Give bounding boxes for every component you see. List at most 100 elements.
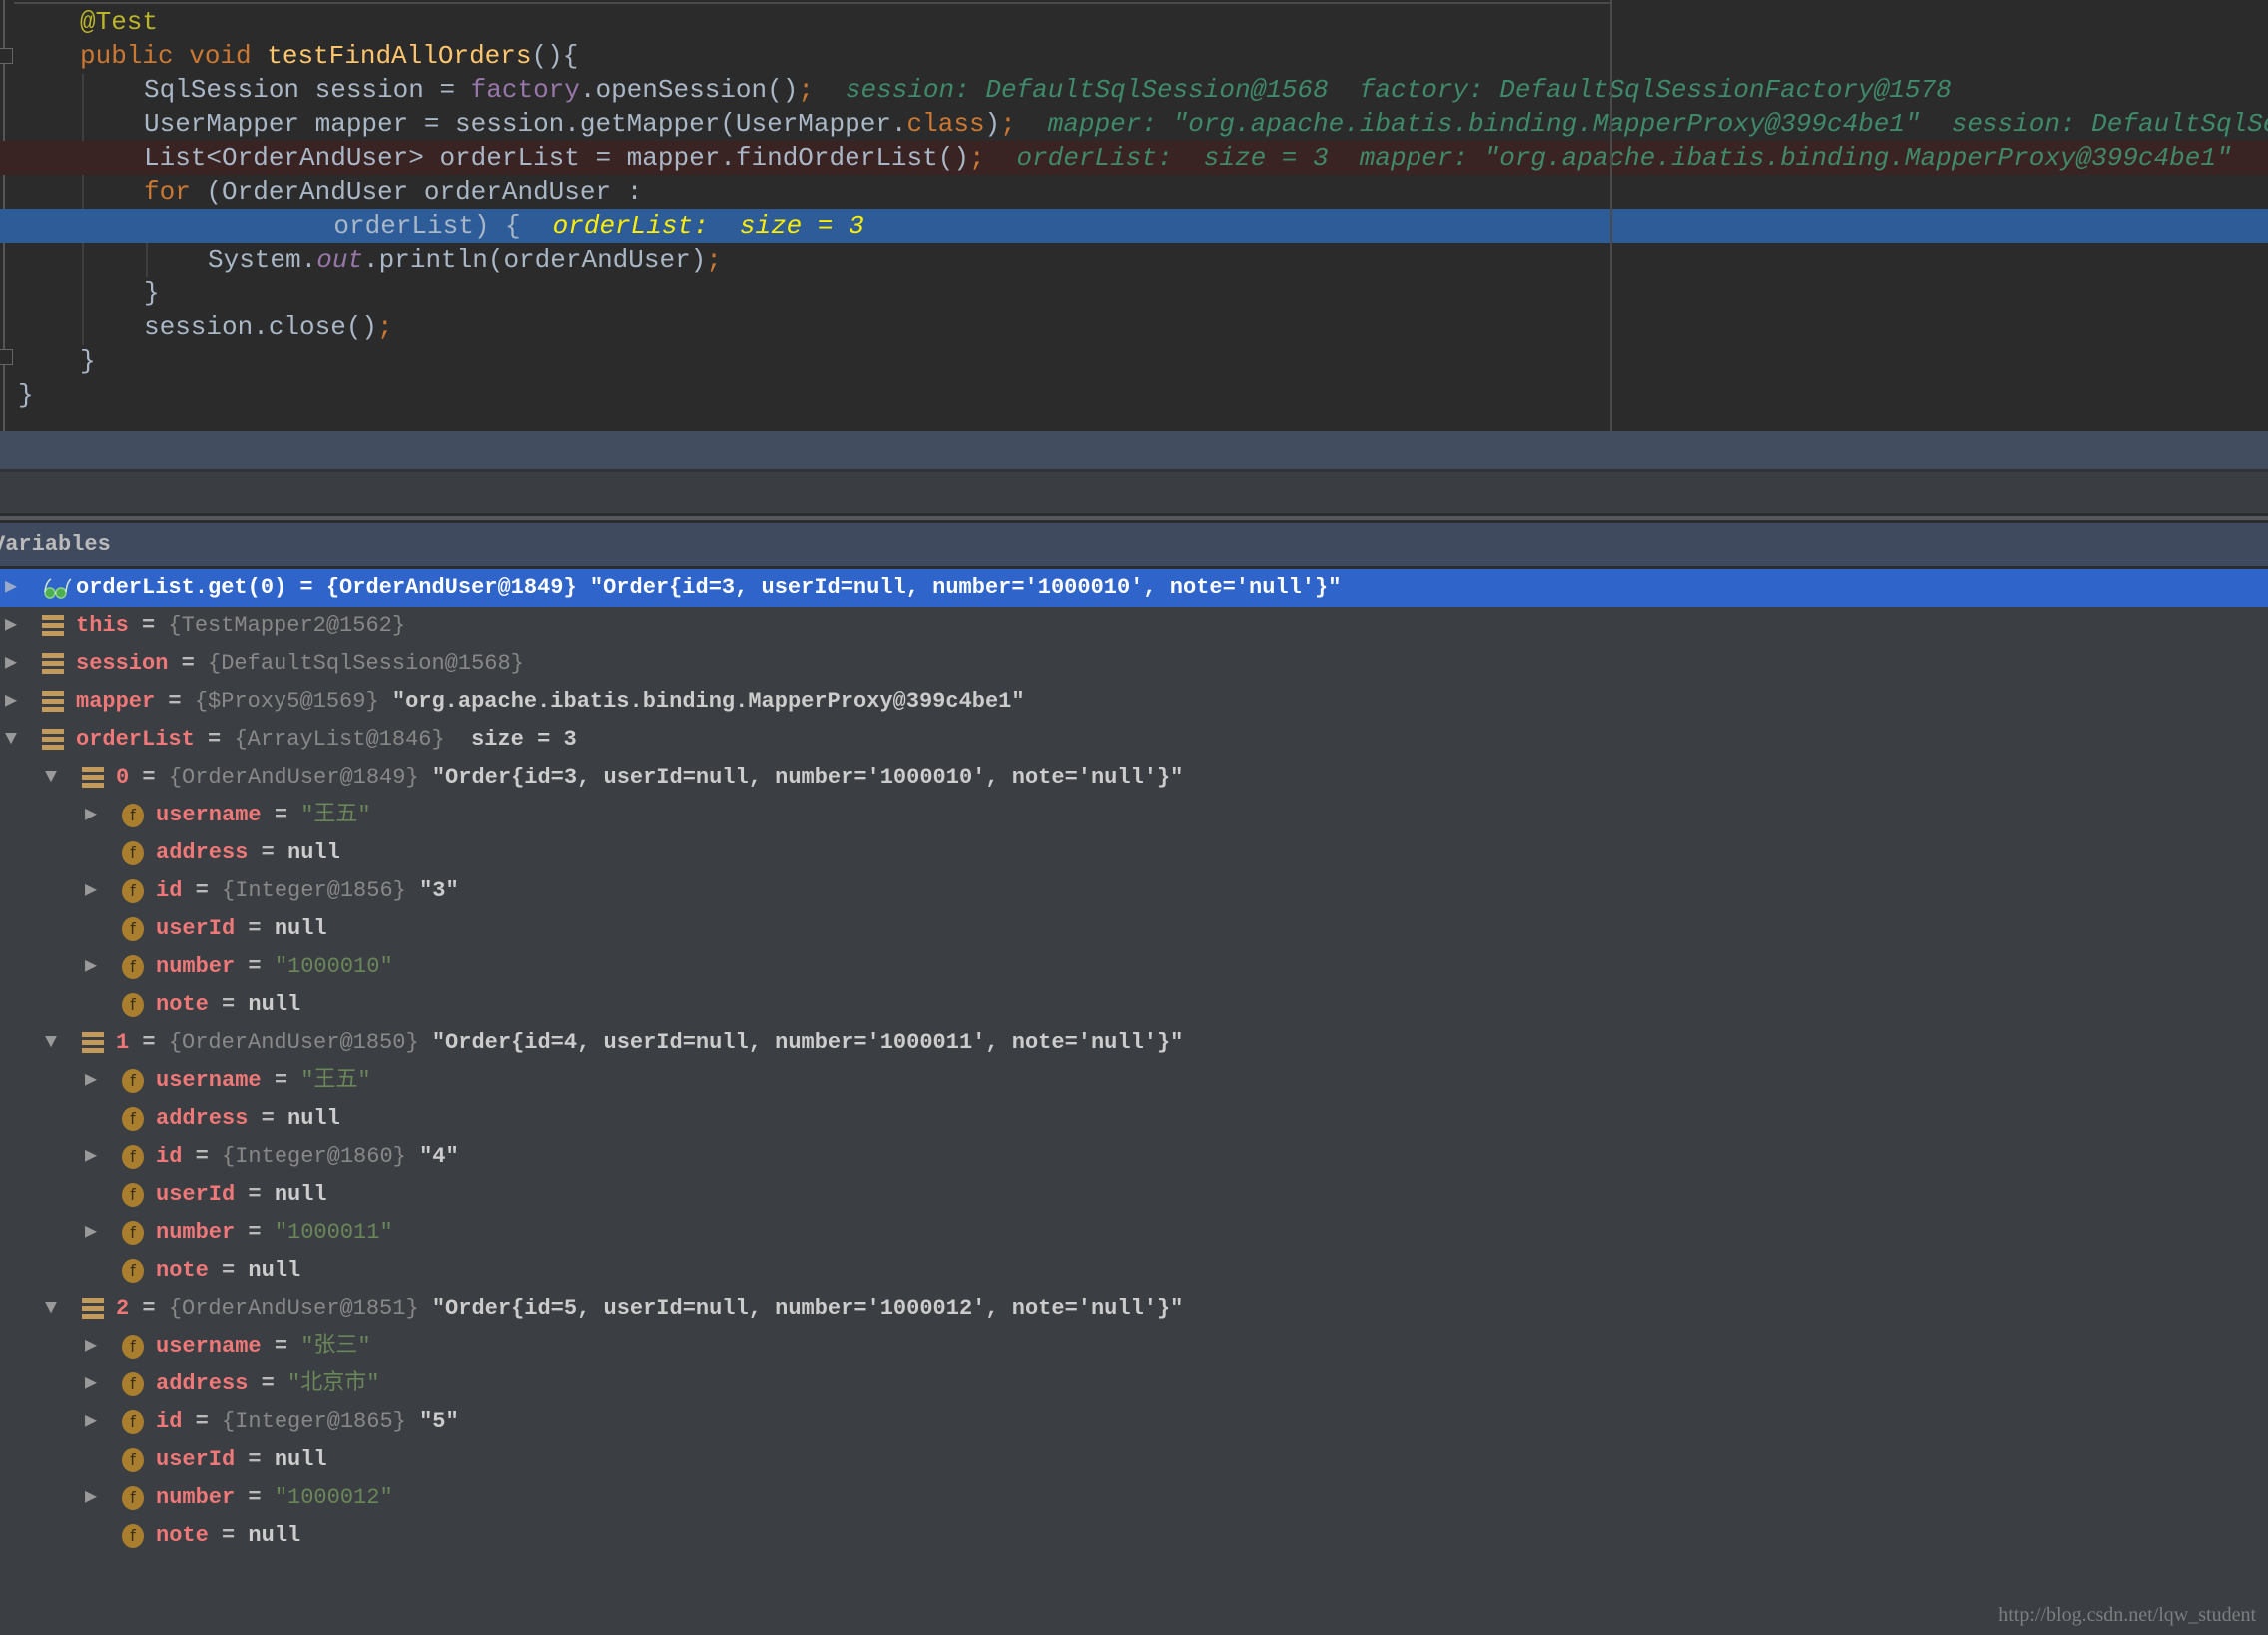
variable-name: orderList.get(0) [76, 575, 287, 600]
variable-type: {DefaultSqlSession@1568} [208, 651, 538, 676]
expand-right-arrow-icon[interactable]: ▶ [0, 569, 22, 607]
code-line[interactable]: } [0, 378, 2268, 412]
code-token: public void [80, 41, 268, 71]
field-row[interactable]: ▶ f username = "王五" [0, 1062, 2268, 1100]
code-line[interactable]: public void testFindAllOrders(){ [0, 39, 2268, 73]
expand-right-arrow-icon[interactable]: ▶ [80, 1403, 102, 1441]
variable-row[interactable]: ▼ 2 = {OrderAndUser@1851} "Order{id=5, us… [0, 1290, 2268, 1328]
field-row[interactable]: f note = null [0, 986, 2268, 1024]
variable-label: username = "张三" [156, 1328, 371, 1365]
code-line[interactable]: } [0, 276, 2268, 310]
code-line[interactable]: UserMapper mapper = session.getMapper(Us… [0, 107, 2268, 141]
variable-row[interactable]: ▼ 1 = {OrderAndUser@1850} "Order{id=4, us… [0, 1024, 2268, 1062]
variable-name: 2 [116, 1296, 130, 1321]
equals-sign: = [261, 803, 301, 827]
field-icon: f [122, 917, 144, 941]
expand-right-arrow-icon[interactable]: ▶ [80, 1214, 102, 1252]
expand-right-arrow-icon[interactable]: ▶ [80, 872, 102, 910]
expand-down-arrow-icon[interactable]: ▼ [0, 721, 22, 759]
code-line[interactable]: } [0, 344, 2268, 378]
variable-name: 1 [116, 1030, 130, 1055]
code-text: public void testFindAllOrders(){ [80, 39, 578, 73]
expand-right-arrow-icon[interactable]: ▶ [80, 1062, 102, 1100]
variable-row[interactable]: ▼ orderList = {ArrayList@1846} size = 3 [0, 721, 2268, 759]
variable-string-value: "王五" [300, 803, 371, 827]
variable-row[interactable]: ▶ this = {TestMapper2@1562} [0, 607, 2268, 645]
field-row[interactable]: f userId = null [0, 1176, 2268, 1214]
code-token: System. [208, 245, 317, 274]
field-row[interactable]: f note = null [0, 1252, 2268, 1290]
expand-right-arrow-icon[interactable]: ▶ [80, 948, 102, 986]
code-line[interactable]: SqlSession session = factory.openSession… [0, 73, 2268, 107]
code-text: } [144, 276, 160, 310]
code-editor[interactable]: @Test public void testFindAllOrders(){Sql… [0, 0, 2268, 431]
field-row[interactable]: ▶ f username = "张三" [0, 1328, 2268, 1365]
expand-right-arrow-icon[interactable]: ▶ [80, 797, 102, 834]
expand-down-arrow-icon[interactable]: ▼ [40, 759, 62, 797]
code-line[interactable]: for (OrderAndUser orderAndUser : [0, 175, 2268, 209]
expand-down-arrow-icon[interactable]: ▼ [40, 1024, 62, 1062]
expand-right-arrow-icon[interactable]: ▶ [0, 683, 22, 721]
field-icon: f [122, 841, 144, 865]
code-line[interactable]: session.close(); [0, 310, 2268, 344]
equals-sign: = [248, 1106, 288, 1131]
variable-label: userId = null [156, 910, 327, 948]
code-line[interactable]: System.out.println(orderAndUser); [0, 243, 2268, 276]
expand-right-arrow-icon[interactable]: ▶ [80, 1328, 102, 1365]
field-row[interactable]: ▶ f number = "1000010" [0, 948, 2268, 986]
code-token: ; [968, 143, 985, 173]
variable-label: username = "王五" [156, 797, 371, 834]
variable-name: address [156, 1106, 249, 1131]
code-line[interactable]: @Test [0, 5, 2268, 39]
variable-value: "Order{id=3, userId=null, number='100001… [431, 765, 1184, 790]
field-icon: f [122, 1183, 144, 1207]
field-icon: f [122, 1145, 144, 1169]
field-row[interactable]: ▶ f id = {Integer@1865} "5" [0, 1403, 2268, 1441]
field-row[interactable]: f userId = null [0, 910, 2268, 948]
breakpoint-line[interactable]: List<OrderAndUser> orderList = mapper.fi… [0, 141, 2268, 175]
expand-right-arrow-icon[interactable]: ▶ [80, 1365, 102, 1403]
field-row[interactable]: f address = null [0, 834, 2268, 872]
field-row[interactable]: f note = null [0, 1517, 2268, 1555]
expand-right-arrow-icon[interactable]: ▶ [80, 1138, 102, 1176]
variable-label: 1 = {OrderAndUser@1850} "Order{id=4, use… [116, 1024, 1183, 1062]
field-row[interactable]: ▶ f number = "1000011" [0, 1214, 2268, 1252]
field-row[interactable]: ▶ f address = "北京市" [0, 1365, 2268, 1403]
glasses-icon [42, 576, 72, 600]
variable-label: note = null [156, 1517, 300, 1555]
expand-right-arrow-icon[interactable]: ▶ [0, 645, 22, 683]
code-text: } [18, 378, 34, 412]
variable-type: {OrderAndUser@1851} [168, 1296, 432, 1321]
variable-value: "3" [419, 878, 459, 903]
expand-right-arrow-icon[interactable]: ▶ [0, 607, 22, 645]
code-token: factory [470, 75, 580, 105]
variable-string-value: "北京市" [287, 1371, 380, 1396]
code-token: ; [1000, 109, 1016, 139]
variable-string-value: "张三" [300, 1334, 371, 1359]
equals-sign: = [155, 689, 195, 714]
variable-label: address = "北京市" [156, 1365, 379, 1403]
expand-down-arrow-icon[interactable]: ▼ [40, 1290, 62, 1328]
variable-value: "org.apache.ibatis.binding.MapperProxy@3… [391, 689, 1025, 714]
variable-value: "Order{id=5, userId=null, number='100001… [431, 1296, 1184, 1321]
equals-sign: = [182, 1409, 223, 1434]
expand-right-arrow-icon[interactable]: ▶ [80, 1479, 102, 1517]
field-row[interactable]: ▶ f id = {Integer@1856} "3" [0, 872, 2268, 910]
panel-splitter[interactable] [0, 513, 2268, 523]
equals-sign: = [128, 613, 169, 638]
variable-label: userId = null [156, 1441, 327, 1479]
inline-debug-value: session: DefaultSqlSession@1568 factory:… [845, 75, 1952, 105]
variable-label: orderList = {ArrayList@1846} size = 3 [76, 721, 577, 759]
variable-row[interactable]: ▶ mapper = {$Proxy5@1569} "org.apache.iba… [0, 683, 2268, 721]
variables-tree[interactable]: ▶ orderList.get(0) = {OrderAndUser@1849} … [0, 569, 2268, 1555]
field-row[interactable]: f address = null [0, 1100, 2268, 1138]
execution-point-line[interactable]: orderList) {orderList: size = 3 [0, 209, 2268, 243]
field-row[interactable]: ▶ f number = "1000012" [0, 1479, 2268, 1517]
field-row[interactable]: ▶ f username = "王五" [0, 797, 2268, 834]
field-row[interactable]: f userId = null [0, 1441, 2268, 1479]
variable-name: id [156, 1144, 183, 1169]
field-row[interactable]: ▶ f id = {Integer@1860} "4" [0, 1138, 2268, 1176]
variable-row[interactable]: ▼ 0 = {OrderAndUser@1849} "Order{id=3, us… [0, 759, 2268, 797]
variable-row[interactable]: ▶ orderList.get(0) = {OrderAndUser@1849} … [0, 569, 2268, 607]
variable-row[interactable]: ▶ session = {DefaultSqlSession@1568} [0, 645, 2268, 683]
